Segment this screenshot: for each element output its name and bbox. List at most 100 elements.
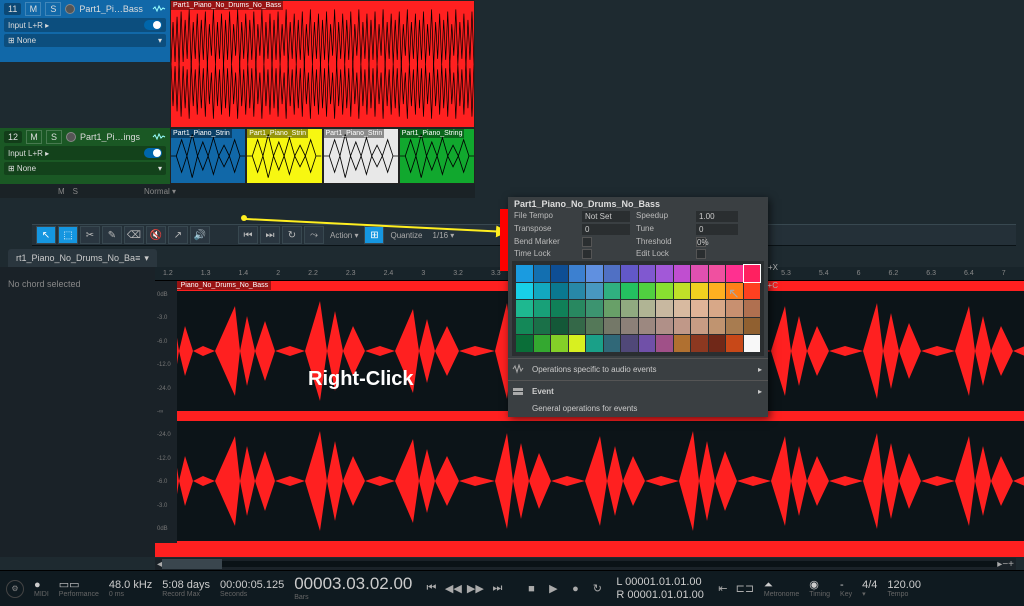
record-arm-button[interactable] (65, 4, 75, 14)
color-swatch[interactable] (691, 318, 708, 335)
color-swatch[interactable] (551, 318, 568, 335)
color-swatch[interactable] (656, 300, 673, 317)
color-swatch[interactable] (569, 335, 586, 352)
checkbox[interactable] (582, 237, 592, 247)
loop-start[interactable]: 00001.01.01.00 (625, 576, 701, 588)
menu-event[interactable]: Event (508, 383, 768, 400)
color-swatch[interactable] (516, 265, 533, 282)
color-swatch[interactable] (744, 300, 761, 317)
back-button[interactable]: ◀◀ (444, 580, 462, 598)
dropdown-icon[interactable]: ▾ (144, 253, 149, 264)
loop-button[interactable]: ↻ (282, 226, 302, 244)
color-swatch[interactable] (674, 300, 691, 317)
loop-end[interactable]: 00001.01.01.00 (627, 589, 703, 601)
color-swatch[interactable] (674, 265, 691, 282)
quantize-label[interactable]: Quantize (386, 231, 426, 240)
autopunch-button[interactable]: ⊏⊐ (736, 580, 754, 598)
settings-button[interactable]: ⚙ (6, 580, 24, 598)
range-tool[interactable]: ⬚ (58, 226, 78, 244)
color-swatch[interactable] (726, 300, 743, 317)
color-swatch[interactable] (516, 300, 533, 317)
color-swatch[interactable] (586, 283, 603, 300)
color-swatch[interactable] (639, 265, 656, 282)
color-swatch[interactable] (656, 283, 673, 300)
color-swatch[interactable] (744, 318, 761, 335)
color-swatch[interactable] (534, 265, 551, 282)
snap-button[interactable]: ⊞ (364, 226, 384, 244)
audio-clip[interactable]: Part1_Piano_Strin (323, 128, 399, 184)
horizontal-scrollbar[interactable]: ◂ ▸ − + (155, 558, 1016, 570)
metronome-button[interactable]: ⏶ (764, 579, 799, 591)
color-swatch[interactable] (621, 318, 638, 335)
key-value[interactable]: - (840, 579, 852, 591)
color-swatch[interactable] (534, 283, 551, 300)
color-swatch[interactable] (604, 318, 621, 335)
color-swatch[interactable] (604, 283, 621, 300)
solo-label[interactable]: S (73, 187, 78, 196)
color-swatch[interactable] (639, 283, 656, 300)
play-button[interactable]: ▶ (544, 580, 562, 598)
input-selector[interactable]: Input L+R ▸ (8, 21, 49, 30)
menu-ops-audio[interactable]: Operations specific to audio events (508, 361, 768, 378)
menu-ops-general[interactable]: General operations for events (508, 400, 768, 417)
checkbox[interactable]: 0% (696, 237, 706, 247)
arrow-tool[interactable]: ↖ (36, 226, 56, 244)
mute-tool[interactable]: 🔇 (146, 226, 166, 244)
color-swatch[interactable] (726, 265, 743, 282)
track-clip-lane[interactable]: Part1_Piano_StrinPart1_Piano_StrinPart1_… (170, 128, 475, 184)
time-signature[interactable]: 4/4 (862, 579, 877, 591)
output-selector[interactable]: ⊞ None (8, 164, 36, 173)
color-swatch[interactable] (691, 283, 708, 300)
preroll-button[interactable]: ⇤ (714, 580, 732, 598)
mute-button[interactable]: M (25, 2, 41, 16)
output-selector[interactable]: ⊞ None (8, 36, 36, 45)
audio-clip[interactable]: Part1_Piano_Strin (170, 128, 246, 184)
color-swatch[interactable] (726, 318, 743, 335)
color-swatch[interactable] (656, 335, 673, 352)
property-value[interactable]: 0 (582, 224, 630, 235)
color-swatch[interactable] (586, 300, 603, 317)
color-swatch[interactable] (709, 335, 726, 352)
bend-tool[interactable]: ↗ (168, 226, 188, 244)
mute-button[interactable]: M (26, 130, 42, 144)
color-swatch[interactable] (656, 265, 673, 282)
color-swatch[interactable] (691, 335, 708, 352)
color-swatch[interactable] (534, 335, 551, 352)
dropdown-icon[interactable]: ▾ (158, 164, 162, 173)
action-menu[interactable]: Action ▾ (326, 231, 362, 240)
color-swatch[interactable] (621, 283, 638, 300)
color-swatch[interactable] (744, 335, 761, 352)
color-swatch[interactable] (709, 300, 726, 317)
end-button[interactable]: ⏭ (488, 580, 506, 598)
color-swatch[interactable] (674, 318, 691, 335)
scroll-thumb[interactable] (162, 559, 222, 569)
color-swatch[interactable] (691, 300, 708, 317)
color-swatch[interactable] (621, 265, 638, 282)
track-header-11[interactable]: 11 M S Part1_Pi…Bass Input L+R ▸ ⊞ None … (0, 0, 170, 62)
autoscroll-button[interactable]: ⤳ (304, 226, 324, 244)
color-swatch[interactable] (569, 300, 586, 317)
color-swatch[interactable] (674, 283, 691, 300)
color-swatch[interactable] (709, 283, 726, 300)
color-swatch[interactable] (621, 335, 638, 352)
checkbox[interactable] (696, 249, 706, 259)
color-swatch[interactable] (516, 318, 533, 335)
track-clip-lane[interactable]: Part1_Piano_No_Drums_No_Bass (170, 0, 475, 128)
color-swatch[interactable] (621, 300, 638, 317)
audio-clip[interactable]: Part1_Piano_Strin (246, 128, 322, 184)
stop-button[interactable]: ■ (522, 580, 540, 598)
color-swatch[interactable] (516, 335, 533, 352)
listen-tool[interactable]: 🔊 (190, 226, 210, 244)
color-swatch[interactable] (744, 265, 761, 282)
zoom-in-icon[interactable]: + (1008, 559, 1014, 570)
audio-clip[interactable]: Part1_Piano_String (399, 128, 475, 184)
color-swatch[interactable] (586, 318, 603, 335)
color-swatch[interactable] (656, 318, 673, 335)
skip-fwd-button[interactable]: ⏭ (260, 226, 280, 244)
track-name[interactable]: Part1_Pi…ings (80, 132, 148, 142)
color-swatch[interactable] (586, 265, 603, 282)
color-swatch[interactable] (639, 335, 656, 352)
color-swatch[interactable] (569, 318, 586, 335)
monitor-toggle[interactable] (144, 148, 162, 158)
loop-toggle[interactable]: ↻ (588, 580, 606, 598)
